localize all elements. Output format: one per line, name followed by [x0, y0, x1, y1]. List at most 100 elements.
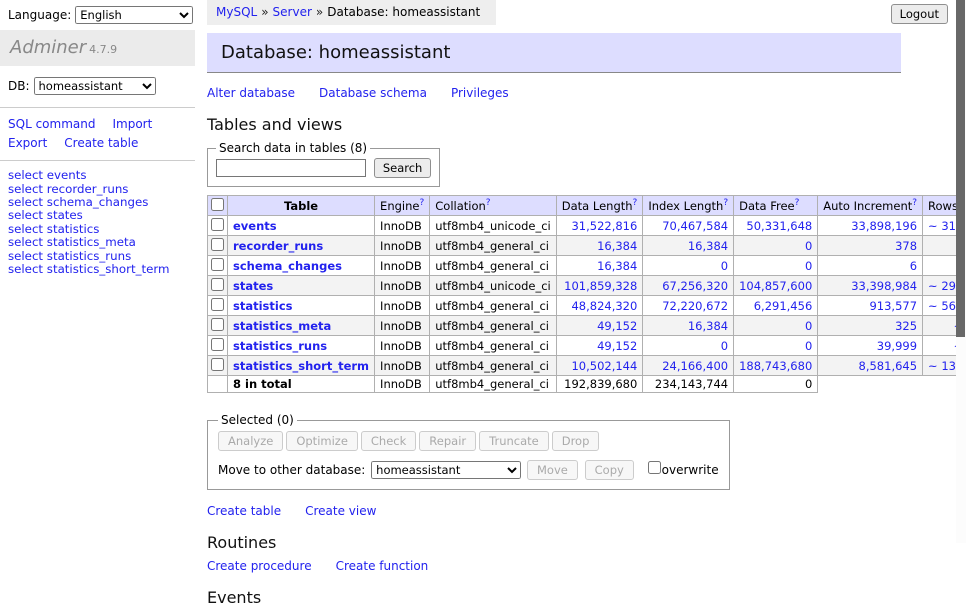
row-checkbox[interactable]: [211, 358, 224, 371]
index-length-link[interactable]: 16,384: [688, 239, 728, 253]
data-free-link[interactable]: 0: [805, 259, 812, 273]
vertical-scrollbar[interactable]: [956, 0, 966, 543]
optimize-button[interactable]: Optimize: [286, 431, 358, 451]
cell-table-name: schema_changes: [228, 256, 375, 276]
index-length-link[interactable]: 72,220,672: [662, 299, 728, 313]
data-length-link[interactable]: 10,502,144: [571, 359, 637, 373]
scrollbar-thumb[interactable]: [956, 0, 965, 337]
data-free-link[interactable]: 188,743,680: [739, 359, 812, 373]
sidebar-select-statistics-runs[interactable]: select statistics_runs: [8, 250, 187, 263]
auto-increment-link[interactable]: 378: [895, 239, 917, 253]
data-free-link[interactable]: 0: [805, 339, 812, 353]
table-link[interactable]: states: [233, 279, 273, 293]
data-free-link[interactable]: 0: [805, 319, 812, 333]
row-checkbox[interactable]: [211, 278, 224, 291]
db-link-privileges[interactable]: Privileges: [451, 86, 509, 100]
data-free-link[interactable]: 0: [805, 239, 812, 253]
row-checkbox[interactable]: [211, 218, 224, 231]
data-length-link[interactable]: 16,384: [597, 259, 637, 273]
cell-auto-increment: 913,577: [818, 296, 923, 316]
auto-increment-link[interactable]: 8,581,645: [859, 359, 918, 373]
data-length-link[interactable]: 49,152: [597, 319, 637, 333]
repair-button[interactable]: Repair: [419, 431, 476, 451]
data-free-link[interactable]: 50,331,648: [746, 219, 812, 233]
db-link-alter-database[interactable]: Alter database: [207, 86, 295, 100]
search-input[interactable]: [216, 159, 366, 177]
data-free-link[interactable]: 6,291,456: [754, 299, 813, 313]
link-create-view[interactable]: Create view: [305, 504, 376, 518]
check-button[interactable]: Check: [361, 431, 416, 451]
sidebar-action-sql-command[interactable]: SQL command: [8, 115, 95, 134]
sidebar-select-states[interactable]: select states: [8, 209, 187, 222]
search-button[interactable]: Search: [374, 158, 432, 178]
table-link[interactable]: statistics_meta: [233, 319, 331, 333]
sidebar-select-statistics-short-term[interactable]: select statistics_short_term: [8, 263, 187, 276]
select-all-checkbox[interactable]: [211, 198, 224, 211]
sidebar-action-import[interactable]: Import: [112, 115, 152, 134]
header-label: Data Free: [739, 199, 795, 213]
auto-increment-link[interactable]: 325: [895, 319, 917, 333]
link-create-function[interactable]: Create function: [336, 559, 429, 573]
help-link[interactable]: ?: [633, 198, 638, 208]
help-link[interactable]: ?: [486, 198, 491, 208]
auto-increment-link[interactable]: 39,999: [877, 339, 917, 353]
sidebar-select-schema-changes[interactable]: select schema_changes: [8, 196, 187, 209]
data-length-link[interactable]: 31,522,816: [571, 219, 637, 233]
auto-increment-link[interactable]: 33,398,984: [851, 279, 917, 293]
row-checkbox[interactable]: [211, 258, 224, 271]
move-db-select[interactable]: homeassistant: [371, 461, 521, 479]
copy-button[interactable]: Copy: [585, 460, 634, 480]
data-length-link[interactable]: 48,824,320: [571, 299, 637, 313]
auto-increment-link[interactable]: 33,898,196: [851, 219, 917, 233]
row-checkbox[interactable]: [211, 238, 224, 251]
table-link[interactable]: recorder_runs: [233, 239, 323, 253]
help-link[interactable]: ?: [419, 198, 424, 208]
sidebar-select-statistics[interactable]: select statistics: [8, 223, 187, 236]
db-select[interactable]: homeassistant: [34, 77, 156, 95]
table-link[interactable]: statistics_runs: [233, 339, 327, 353]
table-link[interactable]: events: [233, 219, 277, 233]
adminer-logo[interactable]: Adminer4.7.9: [0, 30, 195, 66]
sidebar-action-export[interactable]: Export: [8, 134, 47, 153]
row-checkbox[interactable]: [211, 298, 224, 311]
data-length-link[interactable]: 16,384: [597, 239, 637, 253]
sidebar-select-events[interactable]: select events: [8, 169, 187, 182]
index-length-link[interactable]: 70,467,584: [662, 219, 728, 233]
index-length-link[interactable]: 16,384: [688, 319, 728, 333]
help-link[interactable]: ?: [912, 198, 917, 208]
analyze-button[interactable]: Analyze: [218, 431, 283, 451]
drop-button[interactable]: Drop: [552, 431, 600, 451]
index-length-link[interactable]: 24,166,400: [662, 359, 728, 373]
data-length-link[interactable]: 101,859,328: [564, 279, 637, 293]
overwrite-checkbox[interactable]: [648, 461, 661, 474]
sidebar-select-statistics-meta[interactable]: select statistics_meta: [8, 236, 187, 249]
sidebar-action-create-table[interactable]: Create table: [64, 134, 138, 153]
cell-auto-increment: 6: [818, 256, 923, 276]
page-title: Database: homeassistant: [207, 33, 901, 73]
language-select[interactable]: English: [75, 6, 193, 24]
db-selector-row: DB:homeassistant: [0, 66, 195, 107]
move-button[interactable]: Move: [527, 460, 578, 480]
footer-empty-cell: [208, 376, 228, 393]
index-length-link[interactable]: 67,256,320: [662, 279, 728, 293]
link-create-procedure[interactable]: Create procedure: [207, 559, 312, 573]
sidebar-select-recorder-runs[interactable]: select recorder_runs: [8, 183, 187, 196]
auto-increment-link[interactable]: 913,577: [869, 299, 917, 313]
index-length-link[interactable]: 0: [721, 339, 728, 353]
link-create-table[interactable]: Create table: [207, 504, 281, 518]
db-link-database-schema[interactable]: Database schema: [319, 86, 427, 100]
index-length-link[interactable]: 0: [721, 259, 728, 273]
data-length-link[interactable]: 49,152: [597, 339, 637, 353]
row-checkbox[interactable]: [211, 318, 224, 331]
header-label: Rows: [928, 199, 958, 213]
help-link[interactable]: ?: [723, 198, 728, 208]
auto-increment-link[interactable]: 6: [910, 259, 917, 273]
table-link[interactable]: statistics: [233, 299, 293, 313]
row-checkbox[interactable]: [211, 338, 224, 351]
help-link[interactable]: ?: [795, 198, 800, 208]
table-link[interactable]: schema_changes: [233, 259, 342, 273]
table-link[interactable]: statistics_short_term: [233, 359, 369, 373]
data-free-link[interactable]: 104,857,600: [739, 279, 812, 293]
move-label: Move to other database:: [218, 463, 365, 477]
truncate-button[interactable]: Truncate: [479, 431, 549, 451]
